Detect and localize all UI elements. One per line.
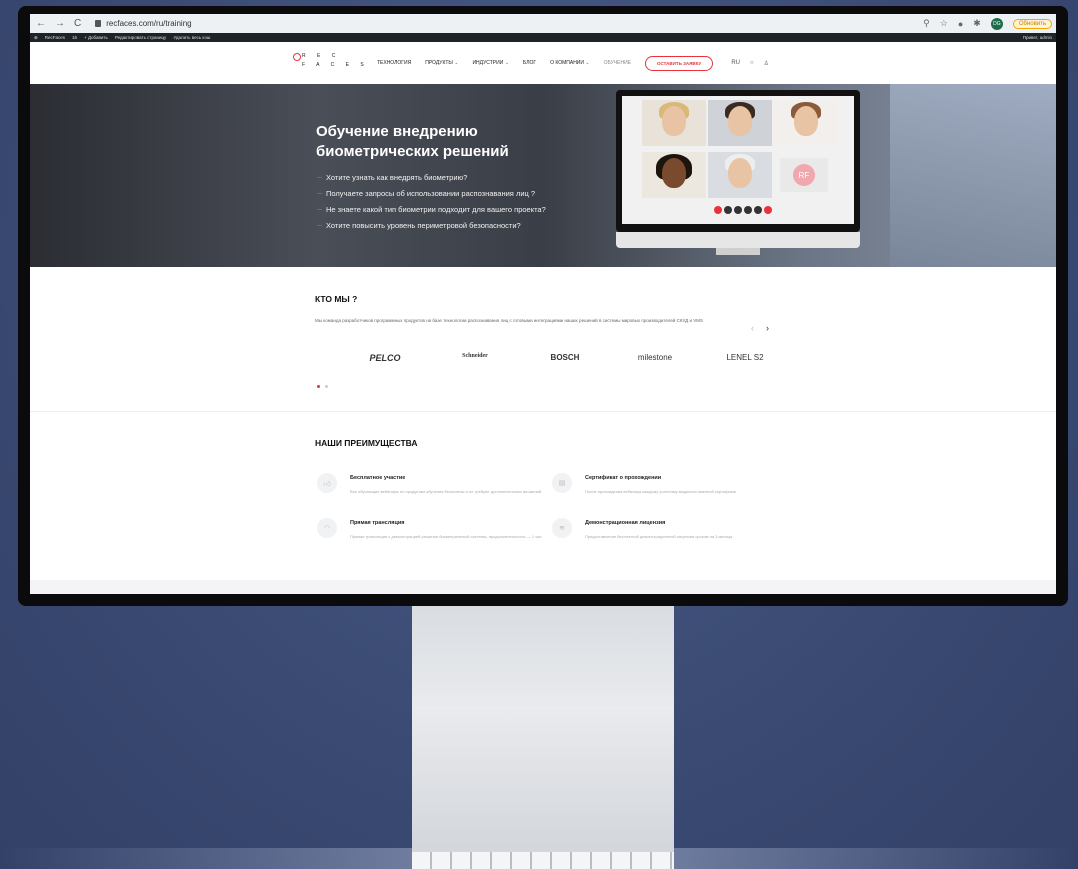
menu-item-blog[interactable]: БЛОГ (523, 60, 536, 66)
more-icon (754, 206, 762, 214)
forward-arrow-icon[interactable]: → (55, 18, 65, 29)
thumbs-up-icon: 👍︎ (317, 473, 337, 493)
admin-item-add[interactable]: + Добавить (84, 35, 108, 40)
logo-mark-icon (293, 53, 301, 61)
chevron-down-icon: ⌄ (585, 60, 590, 66)
admin-item-updates[interactable]: 16 (72, 35, 77, 40)
user-icon[interactable]: ♙ (764, 60, 769, 67)
participant-tile (774, 100, 838, 146)
chat-icon (744, 206, 752, 214)
star-icon[interactable]: ☆ (940, 18, 948, 29)
language-switch[interactable]: RU (731, 60, 740, 66)
menu-item-industries[interactable]: ИНДУСТРИИ ⌄ (472, 60, 508, 66)
monitor-screen: ← → C recfaces.com/ru/training ⚲ ☆ ● ✱ D… (30, 14, 1056, 594)
main-menu: ТЕХНОЛОГИЯ ПРОДУКТЫ ⌄ ИНДУСТРИИ ⌄ БЛОГ О… (377, 55, 714, 71)
admin-greeting[interactable]: Привет, admin (1023, 35, 1056, 40)
rf-avatar-tile: RF (780, 158, 828, 192)
hero-bullet: Получаете запросы об использовании распо… (317, 186, 546, 202)
brand-bosch: BOSCH (550, 353, 580, 362)
participant-tile (708, 100, 772, 146)
call-controls (714, 206, 772, 214)
mic-icon (714, 206, 722, 214)
chevron-down-icon: ⌄ (454, 60, 459, 66)
carousel-dots (317, 385, 328, 388)
hangup-icon (764, 206, 772, 214)
browser-toolbar: ← → C recfaces.com/ru/training ⚲ ☆ ● ✱ D… (30, 14, 1056, 33)
who-description: Мы команда разработчиков программных про… (315, 318, 703, 323)
hero-title: Обучение внедрению биометрических решени… (316, 123, 509, 160)
hero-bullets: Хотите узнать как внедрять биометрию? По… (317, 170, 546, 234)
section-divider (30, 411, 1056, 412)
admin-item-edit[interactable]: Редактировать страницу (115, 35, 166, 40)
request-button[interactable]: ОСТАВИТЬ ЗАЯВКУ (645, 55, 714, 71)
chevron-right-icon[interactable]: › (766, 323, 769, 333)
site-header: R E C F A C E S ТЕХНОЛОГИЯ ПРОДУКТЫ ⌄ ИН… (30, 42, 1056, 84)
chevron-left-icon[interactable]: ‹ (751, 323, 754, 333)
brand-pelco: PELCO (369, 353, 401, 363)
brand-schneider: Schneider (462, 353, 488, 359)
menu-item-training[interactable]: ОБУЧЕНИЕ (604, 60, 631, 66)
lock-icon (95, 20, 102, 27)
profile-avatar[interactable]: DG (990, 17, 1003, 30)
camera-icon (724, 206, 732, 214)
hero-banner: Обучение внедрению биометрических решени… (30, 84, 1056, 267)
certificate-icon: ▤ (552, 473, 572, 493)
admin-item-cache[interactable]: Удалить весь кэш (173, 35, 210, 40)
hero-bullet: Хотите узнать как внедрять биометрию? (317, 170, 546, 186)
update-button[interactable]: Обновить (1012, 18, 1052, 29)
puzzle-icon[interactable]: ✱ (973, 18, 981, 29)
monitor-stand-base (412, 852, 674, 869)
hero-imac-illustration: RF (616, 90, 860, 255)
menu-item-company[interactable]: О КОМПАНИИ ⌄ (550, 60, 590, 66)
advantages-title: НАШИ ПРЕИМУЩЕСТВА (315, 438, 418, 448)
admin-item-site[interactable]: RecFaces (45, 35, 65, 40)
hero-background-window (890, 84, 1056, 267)
share-icon (734, 206, 742, 214)
menu-item-products[interactable]: ПРОДУКТЫ ⌄ (425, 60, 458, 66)
wp-admin-bar: ⊕ RecFaces 16 + Добавить Редактировать с… (30, 33, 1056, 42)
carousel-dot[interactable] (325, 385, 328, 388)
hero-bullet: Хотите повысить уровень периметровой без… (317, 218, 546, 234)
headset-icon: ◠ (317, 518, 337, 538)
brand-lenel: LENEL S2 (726, 353, 764, 362)
partner-logos: PELCO Schneider BOSCH milestone LENEL S2 (340, 353, 790, 363)
carousel-arrows: ‹ › (751, 323, 769, 333)
zoom-icon[interactable]: ⚲ (923, 18, 930, 29)
wp-logo-icon[interactable]: ⊕ (34, 35, 38, 41)
next-section-strip (30, 580, 1056, 594)
participant-tile (708, 152, 772, 198)
extension-icon[interactable]: ● (958, 19, 963, 29)
site-logo[interactable]: R E C F A C E S (293, 52, 369, 70)
brand-milestone: milestone (637, 353, 673, 362)
participant-tile (642, 100, 706, 146)
carousel-dot[interactable] (317, 385, 320, 388)
hero-bullet: Не знаете какой тип биометрии подходит д… (317, 202, 546, 218)
monitor-stand (412, 600, 674, 869)
menu-item-technology[interactable]: ТЕХНОЛОГИЯ (377, 60, 411, 66)
back-arrow-icon[interactable]: ← (36, 18, 46, 29)
who-title: КТО МЫ ? (315, 294, 358, 304)
wifi-icon: ≋ (552, 518, 572, 538)
address-bar[interactable]: recfaces.com/ru/training (95, 19, 192, 28)
participant-tile (642, 152, 706, 198)
chevron-down-icon: ⌄ (504, 60, 509, 66)
video-call-grid: RF (622, 96, 854, 224)
url-text: recfaces.com/ru/training (106, 19, 192, 28)
reload-icon[interactable]: C (74, 18, 81, 29)
search-icon[interactable]: ○ (750, 60, 754, 66)
